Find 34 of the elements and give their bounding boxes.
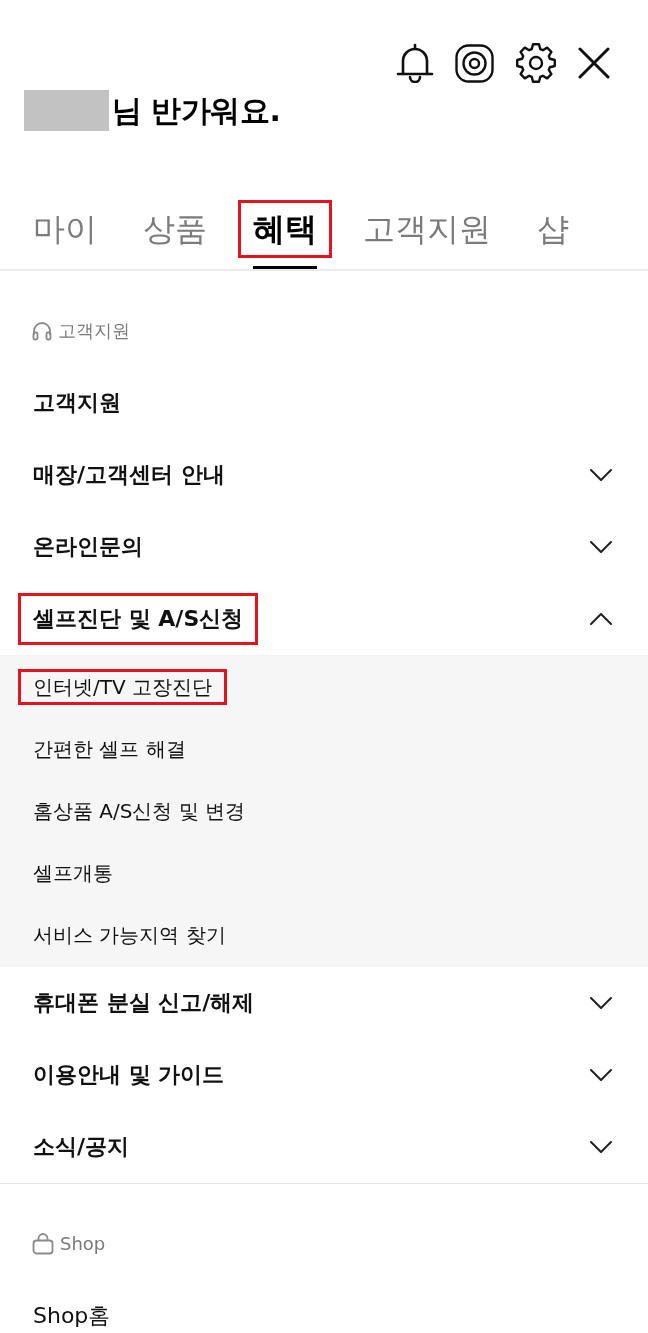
tab[interactable]: 샵 (537, 208, 569, 250)
chevron-down-icon[interactable] (590, 1141, 612, 1153)
menu-link[interactable]: 매장/고객센터 안내 (33, 460, 225, 490)
submenu-link[interactable]: 서비스 가능지역 찾기 (33, 923, 226, 947)
menu-link[interactable]: 휴대폰 분실 신고/해제 (33, 988, 255, 1018)
menu-link[interactable]: 온라인문의 (33, 532, 143, 562)
menu-link[interactable]: 셀프진단 및 A/S신청 (18, 593, 259, 645)
section-title: Shop (60, 1232, 106, 1256)
chevron-down-icon[interactable] (590, 1069, 612, 1081)
section-title: 고객지원 (58, 319, 130, 343)
submenu-link[interactable]: 셀프개통 (33, 861, 113, 885)
menu-link[interactable]: 이용안내 및 가이드 (33, 1060, 225, 1090)
tab[interactable]: 마이 (33, 208, 97, 250)
headset-icon (32, 321, 52, 341)
submenu-link[interactable]: 홈상품 A/S신청 및 변경 (33, 799, 246, 823)
selected-tab-underline (253, 266, 317, 269)
tab[interactable]: 고객지원 (363, 208, 491, 250)
bell-icon[interactable] (396, 43, 434, 83)
bag-icon (32, 1233, 54, 1255)
tab[interactable]: 혜택 (238, 200, 332, 258)
target-icon[interactable] (455, 43, 494, 83)
chevron-down-icon[interactable] (590, 541, 612, 553)
menu-link[interactable]: 고객지원 (33, 388, 121, 418)
submenu-link[interactable]: 간편한 셀프 해결 (33, 737, 186, 761)
settings-icon[interactable] (515, 42, 557, 84)
tab[interactable]: 상품 (143, 208, 207, 250)
greeting-text: 님 반가워요. (112, 92, 281, 130)
menu-link[interactable]: 소식/공지 (33, 1132, 130, 1162)
chevron-down-icon[interactable] (590, 469, 612, 481)
chevron-up-icon[interactable] (590, 613, 612, 625)
close-icon[interactable] (578, 47, 610, 79)
chevron-down-icon[interactable] (590, 997, 612, 1009)
menu-link[interactable]: Shop홈 (33, 1301, 111, 1331)
submenu-link[interactable]: 인터넷/TV 고장진단 (18, 669, 227, 705)
